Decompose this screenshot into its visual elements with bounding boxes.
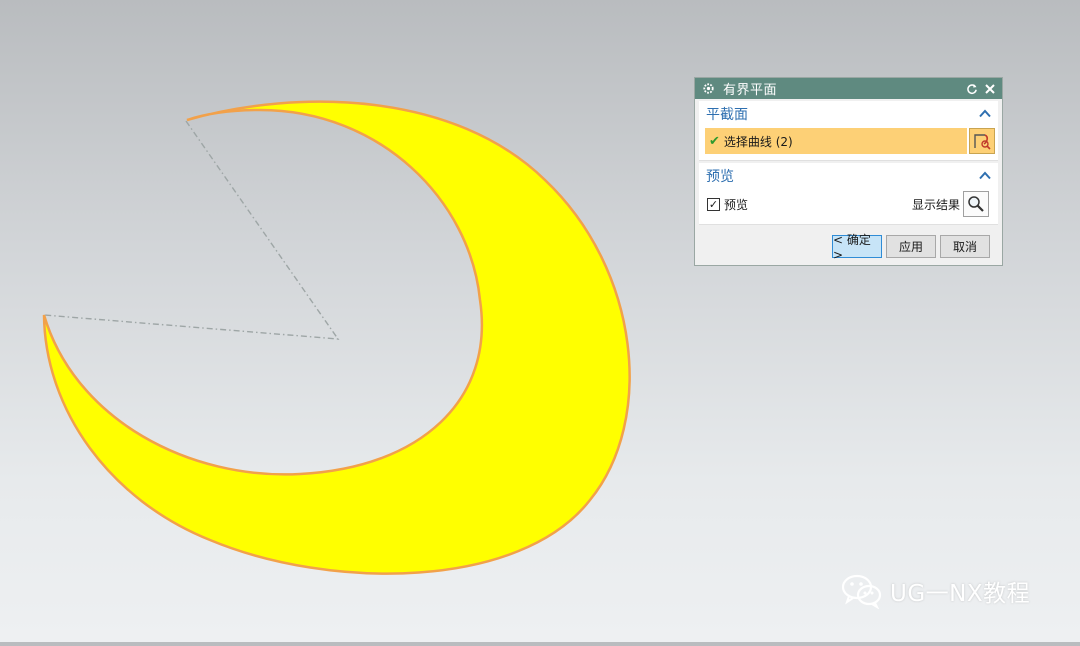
chevron-up-icon[interactable] bbox=[978, 107, 992, 121]
watermark: UG一NX教程 bbox=[840, 573, 1030, 609]
show-result-button[interactable] bbox=[963, 191, 989, 217]
wechat-icon bbox=[840, 573, 884, 609]
preview-checkbox-label: 预览 bbox=[724, 197, 749, 212]
preview-section-title: 预览 bbox=[706, 168, 734, 185]
plane-section-title: 平截面 bbox=[706, 106, 748, 123]
close-icon[interactable] bbox=[982, 81, 998, 97]
watermark-text: UG一NX教程 bbox=[890, 581, 1031, 607]
bounded-plane-dialog: 有界平面 平截面 ✔ 选择曲线 (2) 预览 ✓ 预览 显示结果 < 确定 > … bbox=[694, 77, 1003, 266]
plane-section-header[interactable]: 平截面 bbox=[699, 101, 998, 126]
selected-curve-dashed[interactable] bbox=[43, 120, 340, 340]
dialog-titlebar[interactable]: 有界平面 bbox=[695, 78, 1002, 99]
preview-checkbox[interactable]: ✓ bbox=[707, 197, 720, 211]
preview-row: ✓ 预览 显示结果 bbox=[699, 188, 998, 224]
plane-section: 平截面 ✔ 选择曲线 (2) bbox=[699, 101, 998, 161]
preview-section: 预览 ✓ 预览 显示结果 bbox=[699, 163, 998, 225]
gear-icon[interactable] bbox=[701, 82, 715, 96]
select-curve-icon[interactable] bbox=[969, 128, 995, 154]
dialog-footer: < 确定 > 应用 取消 bbox=[832, 233, 990, 262]
select-curve-label: 选择曲线 (2) bbox=[723, 134, 793, 149]
preview-section-header[interactable]: 预览 bbox=[699, 163, 998, 188]
chevron-up-icon[interactable] bbox=[978, 169, 992, 183]
select-curve-field[interactable]: ✔ 选择曲线 (2) bbox=[705, 128, 967, 154]
ok-button[interactable]: < 确定 > bbox=[832, 233, 882, 262]
check-icon: ✔ bbox=[709, 133, 720, 149]
cancel-button[interactable]: 取消 bbox=[940, 235, 990, 258]
dialog-title: 有界平面 bbox=[723, 83, 778, 98]
select-curve-row: ✔ 选择曲线 (2) bbox=[699, 126, 998, 160]
magnifier-icon bbox=[968, 196, 984, 212]
crescent-bounded-plane[interactable] bbox=[42, 100, 631, 575]
show-result-label: 显示结果 bbox=[911, 197, 960, 212]
apply-button[interactable]: 应用 bbox=[886, 235, 936, 258]
reset-icon[interactable] bbox=[964, 81, 980, 97]
